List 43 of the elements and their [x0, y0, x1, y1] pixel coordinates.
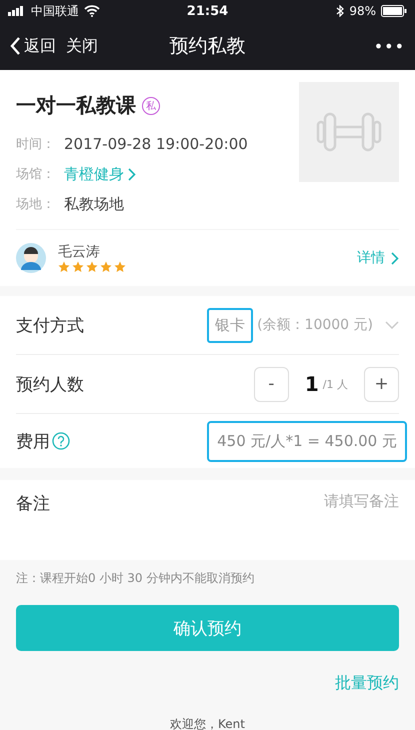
field-label: 场馆：: [16, 166, 56, 183]
more-button[interactable]: •••: [275, 36, 405, 56]
page-title: 预约私教: [170, 34, 246, 59]
battery-icon: [380, 5, 407, 17]
cancel-note: 注：课程开始0 小时 30 分钟内不能取消预约: [16, 570, 256, 587]
close-button[interactable]: 关闭: [66, 36, 98, 56]
private-badge: 私: [142, 96, 160, 114]
payment-label: 支付方式: [16, 314, 84, 336]
people-limit: /1 人: [322, 376, 348, 392]
star-icon: [58, 261, 70, 273]
field-value: 私教场地: [64, 194, 124, 214]
fee-label: 费用: [16, 430, 50, 452]
bluetooth-icon: [336, 5, 344, 17]
minus-button[interactable]: -: [254, 366, 289, 402]
chevron-right-icon: [128, 168, 136, 180]
people-count: 1: [304, 372, 319, 396]
signal-icon: [8, 6, 26, 16]
remark-label: 备注: [16, 493, 50, 515]
star-icon: [72, 261, 84, 273]
wifi-icon: [84, 5, 100, 17]
people-label: 预约人数: [16, 374, 84, 396]
status-time: 21:54: [186, 4, 228, 18]
field-label: 时间：: [16, 136, 56, 153]
plus-button[interactable]: +: [364, 366, 399, 402]
avatar-icon: [16, 243, 46, 273]
battery-percent: 98%: [349, 4, 376, 18]
star-icon: [86, 261, 98, 273]
fee-formula: 450 元/人*1 = 450.00 元: [207, 420, 407, 462]
back-icon: [10, 37, 21, 55]
coach-name: 毛云涛: [58, 243, 101, 261]
course-title: 一对一私教课: [16, 92, 136, 119]
chevron-right-icon: [391, 252, 399, 264]
dumbbell-icon: [316, 112, 382, 152]
field-label: 场地：: [16, 196, 56, 213]
back-button[interactable]: 返回: [10, 36, 56, 56]
welcome-text: 欢迎您，Kent: [170, 716, 245, 730]
help-icon[interactable]: [52, 432, 70, 450]
field-value: 2017-09-28 19:00-20:00: [64, 135, 248, 153]
carrier-name: 中国联通: [31, 2, 79, 20]
star-icon: [114, 261, 126, 273]
star-icon: [100, 261, 112, 273]
balance-text: (余额：10000 元): [257, 316, 373, 334]
chevron-down-icon[interactable]: [385, 321, 399, 329]
